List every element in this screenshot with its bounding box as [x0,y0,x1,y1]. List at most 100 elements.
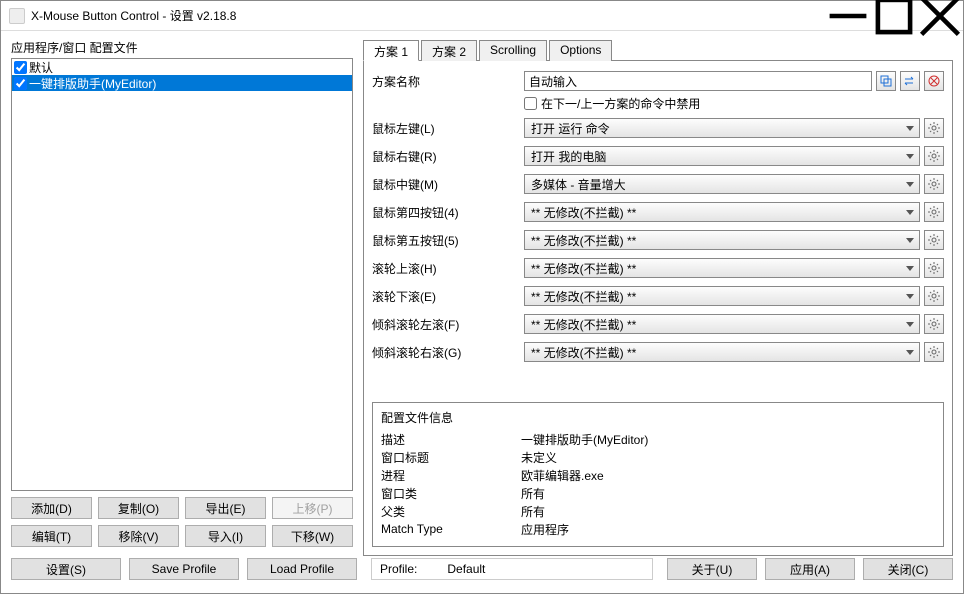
gear-icon[interactable] [924,314,944,334]
profile-selector-value: Default [447,562,485,576]
layer-name-input[interactable] [524,71,872,91]
copy-button[interactable]: 复制(O) [98,497,179,519]
button-mapping-label: 鼠标中键(M) [372,176,524,193]
button-mapping-label: 倾斜滚轮右滚(G) [372,344,524,361]
info-row: Match Type应用程序 [381,520,935,538]
info-label: Match Type [381,522,521,536]
profile-item[interactable]: 默认 [12,59,352,75]
disable-in-cycle-checkbox[interactable] [524,97,537,110]
button-mapping-label: 鼠标右键(R) [372,148,524,165]
tab-bar: 方案 1 方案 2 Scrolling Options [363,39,953,61]
button-mapping-select[interactable]: ** 无修改(不拦截) ** [524,286,920,306]
profile-list-label: 应用程序/窗口 配置文件 [11,39,353,56]
close-button[interactable] [917,1,963,31]
profile-checkbox[interactable] [14,61,27,74]
copy-layer-icon[interactable] [876,71,896,91]
save-profile-button[interactable]: Save Profile [129,558,239,580]
button-mapping-label: 倾斜滚轮左滚(F) [372,316,524,333]
info-value: 一键排版助手(MyEditor) [521,431,648,448]
button-mapping-select[interactable]: ** 无修改(不拦截) ** [524,258,920,278]
right-panel: 方案 1 方案 2 Scrolling Options 方案名称 在下一/上一方… [363,39,953,547]
window-title: X-Mouse Button Control - 设置 v2.18.8 [31,7,825,24]
profile-label: 一键排版助手(MyEditor) [29,75,156,92]
profile-item[interactable]: 一键排版助手(MyEditor) [12,75,352,91]
button-mapping-row: 鼠标右键(R)打开 我的电脑 [372,146,944,166]
info-label: 父类 [381,503,521,520]
gear-icon[interactable] [924,286,944,306]
minimize-button[interactable] [825,1,871,31]
info-value: 欧菲编辑器.exe [521,467,604,484]
info-row: 窗口类所有 [381,484,935,502]
gear-icon[interactable] [924,174,944,194]
gear-icon[interactable] [924,202,944,222]
export-button[interactable]: 导出(E) [185,497,266,519]
tab-scrolling[interactable]: Scrolling [479,40,547,61]
button-mapping-select[interactable]: ** 无修改(不拦截) ** [524,202,920,222]
info-value: 所有 [521,485,545,502]
button-mapping-row: 倾斜滚轮左滚(F)** 无修改(不拦截) ** [372,314,944,334]
load-profile-button[interactable]: Load Profile [247,558,357,580]
swap-layer-icon[interactable] [900,71,920,91]
button-mapping-select[interactable]: ** 无修改(不拦截) ** [524,342,920,362]
revert-layer-icon[interactable] [924,71,944,91]
tab-pane: 方案名称 在下一/上一方案的命令中禁用 鼠标左键(L)打开 运行 命令鼠标右键(… [363,61,953,556]
button-mapping-row: 鼠标第五按钮(5)** 无修改(不拦截) ** [372,230,944,250]
profile-checkbox[interactable] [14,77,27,90]
button-mapping-select[interactable]: ** 无修改(不拦截) ** [524,314,920,334]
apply-button[interactable]: 应用(A) [765,558,855,580]
gear-icon[interactable] [924,342,944,362]
button-mapping-row: 鼠标左键(L)打开 运行 命令 [372,118,944,138]
button-mapping-row: 鼠标中键(M)多媒体 - 音量增大 [372,174,944,194]
info-row: 窗口标题未定义 [381,448,935,466]
edit-button[interactable]: 编辑(T) [11,525,92,547]
info-label: 描述 [381,431,521,448]
info-label: 窗口类 [381,485,521,502]
info-label: 进程 [381,467,521,484]
about-button[interactable]: 关于(U) [667,558,757,580]
titlebar: X-Mouse Button Control - 设置 v2.18.8 [1,1,963,31]
button-mapping-select[interactable]: ** 无修改(不拦截) ** [524,230,920,250]
remove-button[interactable]: 移除(V) [98,525,179,547]
settings-button[interactable]: 设置(S) [11,558,121,580]
move-down-button[interactable]: 下移(W) [272,525,353,547]
profile-label: 默认 [29,59,53,76]
layer-name-label: 方案名称 [372,73,524,90]
gear-icon[interactable] [924,146,944,166]
button-mapping-label: 鼠标左键(L) [372,120,524,137]
gear-icon[interactable] [924,230,944,250]
profile-list[interactable]: 默认一键排版助手(MyEditor) [11,58,353,491]
move-up-button[interactable]: 上移(P) [272,497,353,519]
add-button[interactable]: 添加(D) [11,497,92,519]
info-label: 窗口标题 [381,449,521,466]
maximize-button[interactable] [871,1,917,31]
close-dialog-button[interactable]: 关闭(C) [863,558,953,580]
import-button[interactable]: 导入(I) [185,525,266,547]
profile-selector-label: Profile: [380,562,417,576]
info-row: 进程欧菲编辑器.exe [381,466,935,484]
tab-options[interactable]: Options [549,40,612,61]
button-mapping-select[interactable]: 打开 运行 命令 [524,118,920,138]
profile-info-box: 配置文件信息 描述一键排版助手(MyEditor)窗口标题未定义进程欧菲编辑器.… [372,402,944,547]
profile-selector[interactable]: Profile: Default [371,558,653,580]
button-mapping-select[interactable]: 多媒体 - 音量增大 [524,174,920,194]
tab-layer-1[interactable]: 方案 1 [363,40,419,61]
info-row: 父类所有 [381,502,935,520]
gear-icon[interactable] [924,258,944,278]
info-row: 描述一键排版助手(MyEditor) [381,430,935,448]
gear-icon[interactable] [924,118,944,138]
button-mapping-label: 鼠标第四按钮(4) [372,204,524,221]
info-value: 未定义 [521,449,557,466]
button-mapping-select[interactable]: 打开 我的电脑 [524,146,920,166]
button-mapping-row: 滚轮下滚(E)** 无修改(不拦截) ** [372,286,944,306]
footer: 设置(S) Save Profile Load Profile Profile:… [1,551,963,587]
button-mapping-label: 滚轮下滚(E) [372,288,524,305]
profile-info-title: 配置文件信息 [381,409,935,426]
button-mapping-row: 倾斜滚轮右滚(G)** 无修改(不拦截) ** [372,342,944,362]
button-mapping-row: 滚轮上滚(H)** 无修改(不拦截) ** [372,258,944,278]
info-value: 所有 [521,503,545,520]
button-mapping-label: 滚轮上滚(H) [372,260,524,277]
left-panel: 应用程序/窗口 配置文件 默认一键排版助手(MyEditor) 添加(D) 复制… [11,39,353,547]
disable-in-cycle-label: 在下一/上一方案的命令中禁用 [541,95,700,112]
tab-layer-2[interactable]: 方案 2 [421,40,477,61]
app-icon [9,8,25,24]
